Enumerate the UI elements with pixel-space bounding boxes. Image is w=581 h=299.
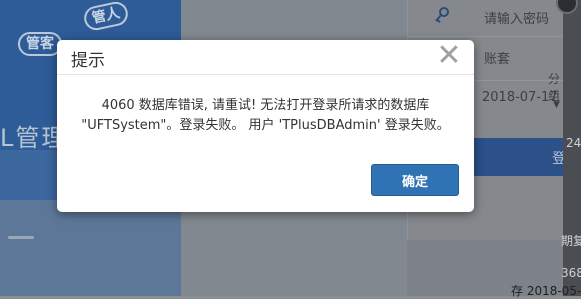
login-date-field[interactable]: 2018-07-17 [482,90,558,105]
password-input[interactable]: 请输入密码 [484,8,549,27]
dialog-header: 提示 ✕ [57,40,474,75]
error-message: 4060 数据库错误, 请重试! 无法打开登录所请求的数据库 "UFTSyste… [67,96,464,136]
chevron-down-icon[interactable]: ▼ [553,100,560,110]
divider [408,36,564,37]
carousel-indicator [8,236,34,239]
error-message-line: 4060 数据库错误, 请重试! 无法打开登录所请求的数据库 [101,98,430,113]
account-label: 账套 [484,52,511,67]
close-icon[interactable]: ✕ [436,41,462,71]
edge-text: 368 [561,266,581,280]
banner-tag-customer: 管客 [18,32,62,56]
error-dialog: 提示 ✕ 4060 数据库错误, 请重试! 无法打开登录所请求的数据库 "UFT… [57,40,474,212]
background-lower-area [0,200,181,296]
edge-text: 期复 [561,234,581,248]
key-icon [434,6,450,28]
edge-text: 24 [566,136,581,150]
error-message-line: "UFTSystem"。登录失败。 用户 'TPlusDBAdmin' 登录失败… [81,118,450,133]
edge-text: 存 2018-05- [511,284,581,298]
dialog-title: 提示 [71,51,105,71]
confirm-button[interactable]: 确定 [371,164,459,196]
